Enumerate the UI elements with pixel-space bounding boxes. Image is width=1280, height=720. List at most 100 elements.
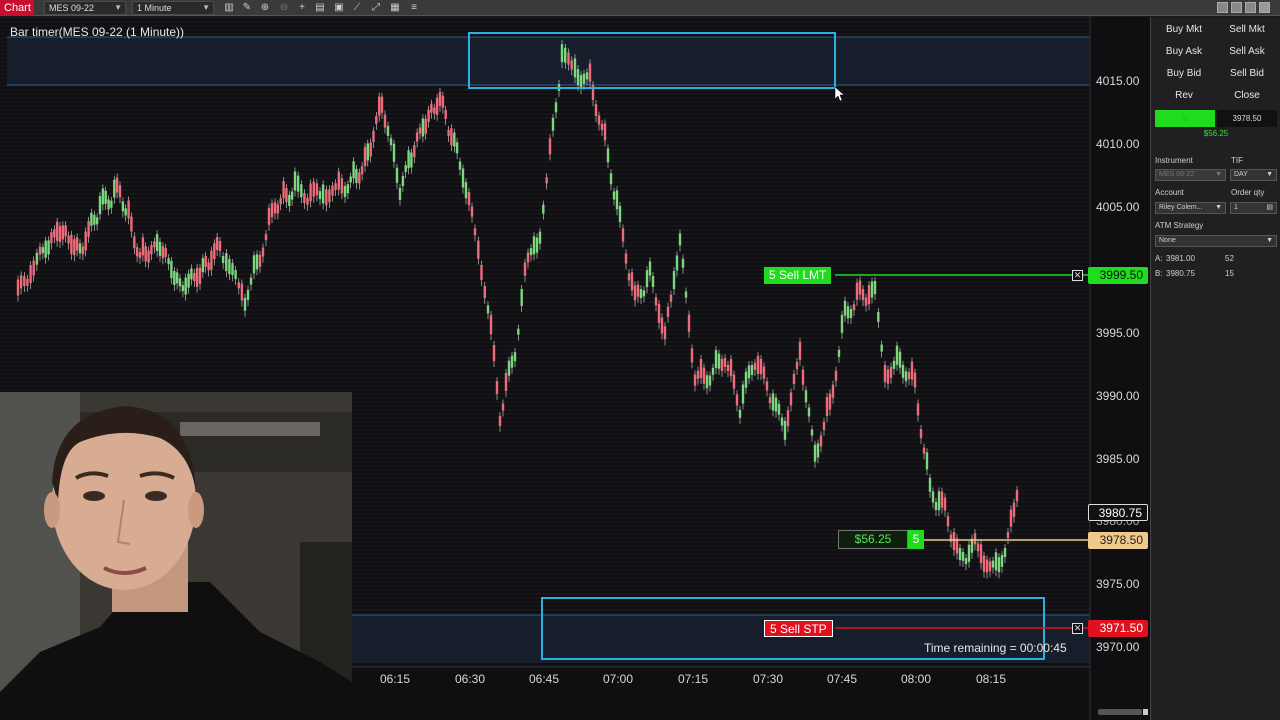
candle-body xyxy=(75,237,79,251)
candle-body xyxy=(615,190,619,210)
candle-body xyxy=(513,352,517,362)
close-position-button[interactable]: Close xyxy=(1217,87,1277,105)
list-icon[interactable]: ≡ xyxy=(407,1,421,15)
candle-body xyxy=(910,361,914,380)
template-icon[interactable]: ▣ xyxy=(332,1,346,15)
webcam-overlay xyxy=(0,392,352,720)
candle-body xyxy=(675,255,679,271)
candle-body xyxy=(729,359,733,377)
x-tick: 08:00 xyxy=(900,672,932,686)
minimize-button[interactable] xyxy=(1217,2,1228,13)
candle-body xyxy=(934,502,938,510)
bar-style-icon[interactable]: ▥ xyxy=(222,1,236,15)
x-tick: 06:15 xyxy=(379,672,411,686)
scrollbar-end[interactable] xyxy=(1143,709,1148,715)
candle-body xyxy=(840,314,844,333)
candle-body xyxy=(958,548,962,560)
candle-body xyxy=(886,369,890,384)
draw-icon[interactable]: ✎ xyxy=(240,1,254,15)
order-entry-panel: Buy Mkt Sell Mkt Buy Ask Sell Ask Buy Bi… xyxy=(1150,17,1280,720)
candle-body xyxy=(167,258,170,265)
zoom-icon[interactable]: ⊕ xyxy=(258,1,272,15)
instrument-selector[interactable]: MES 09-22 ▼ xyxy=(44,1,126,15)
restore-button[interactable] xyxy=(1231,2,1242,13)
candle-body xyxy=(366,143,369,161)
candle-body xyxy=(215,237,219,250)
candle-body xyxy=(798,341,802,360)
candle-body xyxy=(118,185,122,198)
candle-body xyxy=(413,145,416,158)
candle-body xyxy=(486,305,490,314)
cancel-sell-limit-icon[interactable]: ✕ xyxy=(1072,270,1083,281)
candle-body xyxy=(843,300,847,316)
candle-body xyxy=(907,372,911,380)
candle-body xyxy=(967,544,971,562)
candle-body xyxy=(789,392,793,406)
zoom-out-icon[interactable]: ⊖ xyxy=(277,1,291,15)
order-qty-value: 1 xyxy=(1234,204,1238,211)
candle-body xyxy=(228,259,231,275)
candle-body xyxy=(545,177,548,184)
sell-limit-order-label[interactable]: 5 Sell LMT xyxy=(764,267,832,284)
tif-select[interactable]: DAY ▼ xyxy=(1230,169,1277,181)
candle-body xyxy=(723,358,727,367)
interval-selector[interactable]: 1 Minute ▼ xyxy=(132,1,214,15)
stepper-icon[interactable]: ▤ xyxy=(1266,203,1273,213)
ask-label: A: xyxy=(1155,254,1163,263)
candle-body xyxy=(612,191,616,200)
buy-ask-button[interactable]: Buy Ask xyxy=(1154,43,1214,61)
crosshair-icon[interactable]: + xyxy=(295,1,309,15)
candle-body xyxy=(375,115,378,124)
indicators-icon[interactable]: ⟋ xyxy=(350,1,364,15)
candle-body xyxy=(976,543,980,552)
atm-strategy-select[interactable]: None ▼ xyxy=(1155,235,1277,247)
candle-body xyxy=(127,200,130,219)
maximize-button[interactable] xyxy=(1245,2,1256,13)
candle-body xyxy=(495,381,499,395)
candle-body xyxy=(447,129,450,136)
sell-bid-button[interactable]: Sell Bid xyxy=(1217,65,1277,83)
candle-body xyxy=(150,245,153,255)
candle-body xyxy=(201,258,205,273)
data-box-icon[interactable]: ▦ xyxy=(388,1,402,15)
candle-body xyxy=(470,206,474,217)
chart-tab[interactable]: Chart xyxy=(0,0,34,16)
candle-body xyxy=(922,447,926,454)
candle-body xyxy=(161,246,165,259)
candle-body xyxy=(861,289,865,301)
strategies-icon[interactable]: ⤢ xyxy=(369,1,383,15)
position-qty[interactable]: 5 xyxy=(908,530,924,549)
account-select[interactable]: Riley Colem... ▼ xyxy=(1155,202,1226,214)
candle-body xyxy=(407,150,410,169)
candle-body xyxy=(135,247,139,257)
candle-body xyxy=(290,191,294,200)
chart-scrollbar[interactable] xyxy=(1098,709,1142,715)
sell-stop-order-label[interactable]: 5 Sell STP xyxy=(764,620,833,637)
unrealized-pnl: $56.25 xyxy=(1203,129,1229,138)
close-window-button[interactable] xyxy=(1259,2,1270,13)
candle-body xyxy=(720,358,724,371)
candle-body xyxy=(913,372,917,388)
candle-body xyxy=(765,381,769,391)
sell-market-button[interactable]: Sell Mkt xyxy=(1217,21,1277,39)
candle-body xyxy=(759,359,763,374)
cancel-sell-stop-icon[interactable]: ✕ xyxy=(1072,623,1083,634)
candle-body xyxy=(261,247,265,257)
candle-body xyxy=(630,272,634,291)
instrument-field[interactable]: MES 09-22 ▼ xyxy=(1155,169,1226,181)
order-qty-stepper[interactable]: 1 ▤ xyxy=(1230,202,1277,214)
candle-body xyxy=(919,429,923,438)
reverse-button[interactable]: Rev xyxy=(1154,87,1214,105)
sell-ask-button[interactable]: Sell Ask xyxy=(1217,43,1277,61)
candle-body xyxy=(813,444,817,462)
buy-bid-button[interactable]: Buy Bid xyxy=(1154,65,1214,83)
candle-body xyxy=(264,234,268,241)
candle-body xyxy=(880,344,883,352)
candle-body xyxy=(994,552,998,571)
candle-body xyxy=(600,123,604,130)
candle-body xyxy=(401,175,405,186)
candle-body xyxy=(378,96,381,116)
properties-icon[interactable]: ▤ xyxy=(313,1,327,15)
buy-market-button[interactable]: Buy Mkt xyxy=(1154,21,1214,39)
candle-body xyxy=(363,147,367,166)
